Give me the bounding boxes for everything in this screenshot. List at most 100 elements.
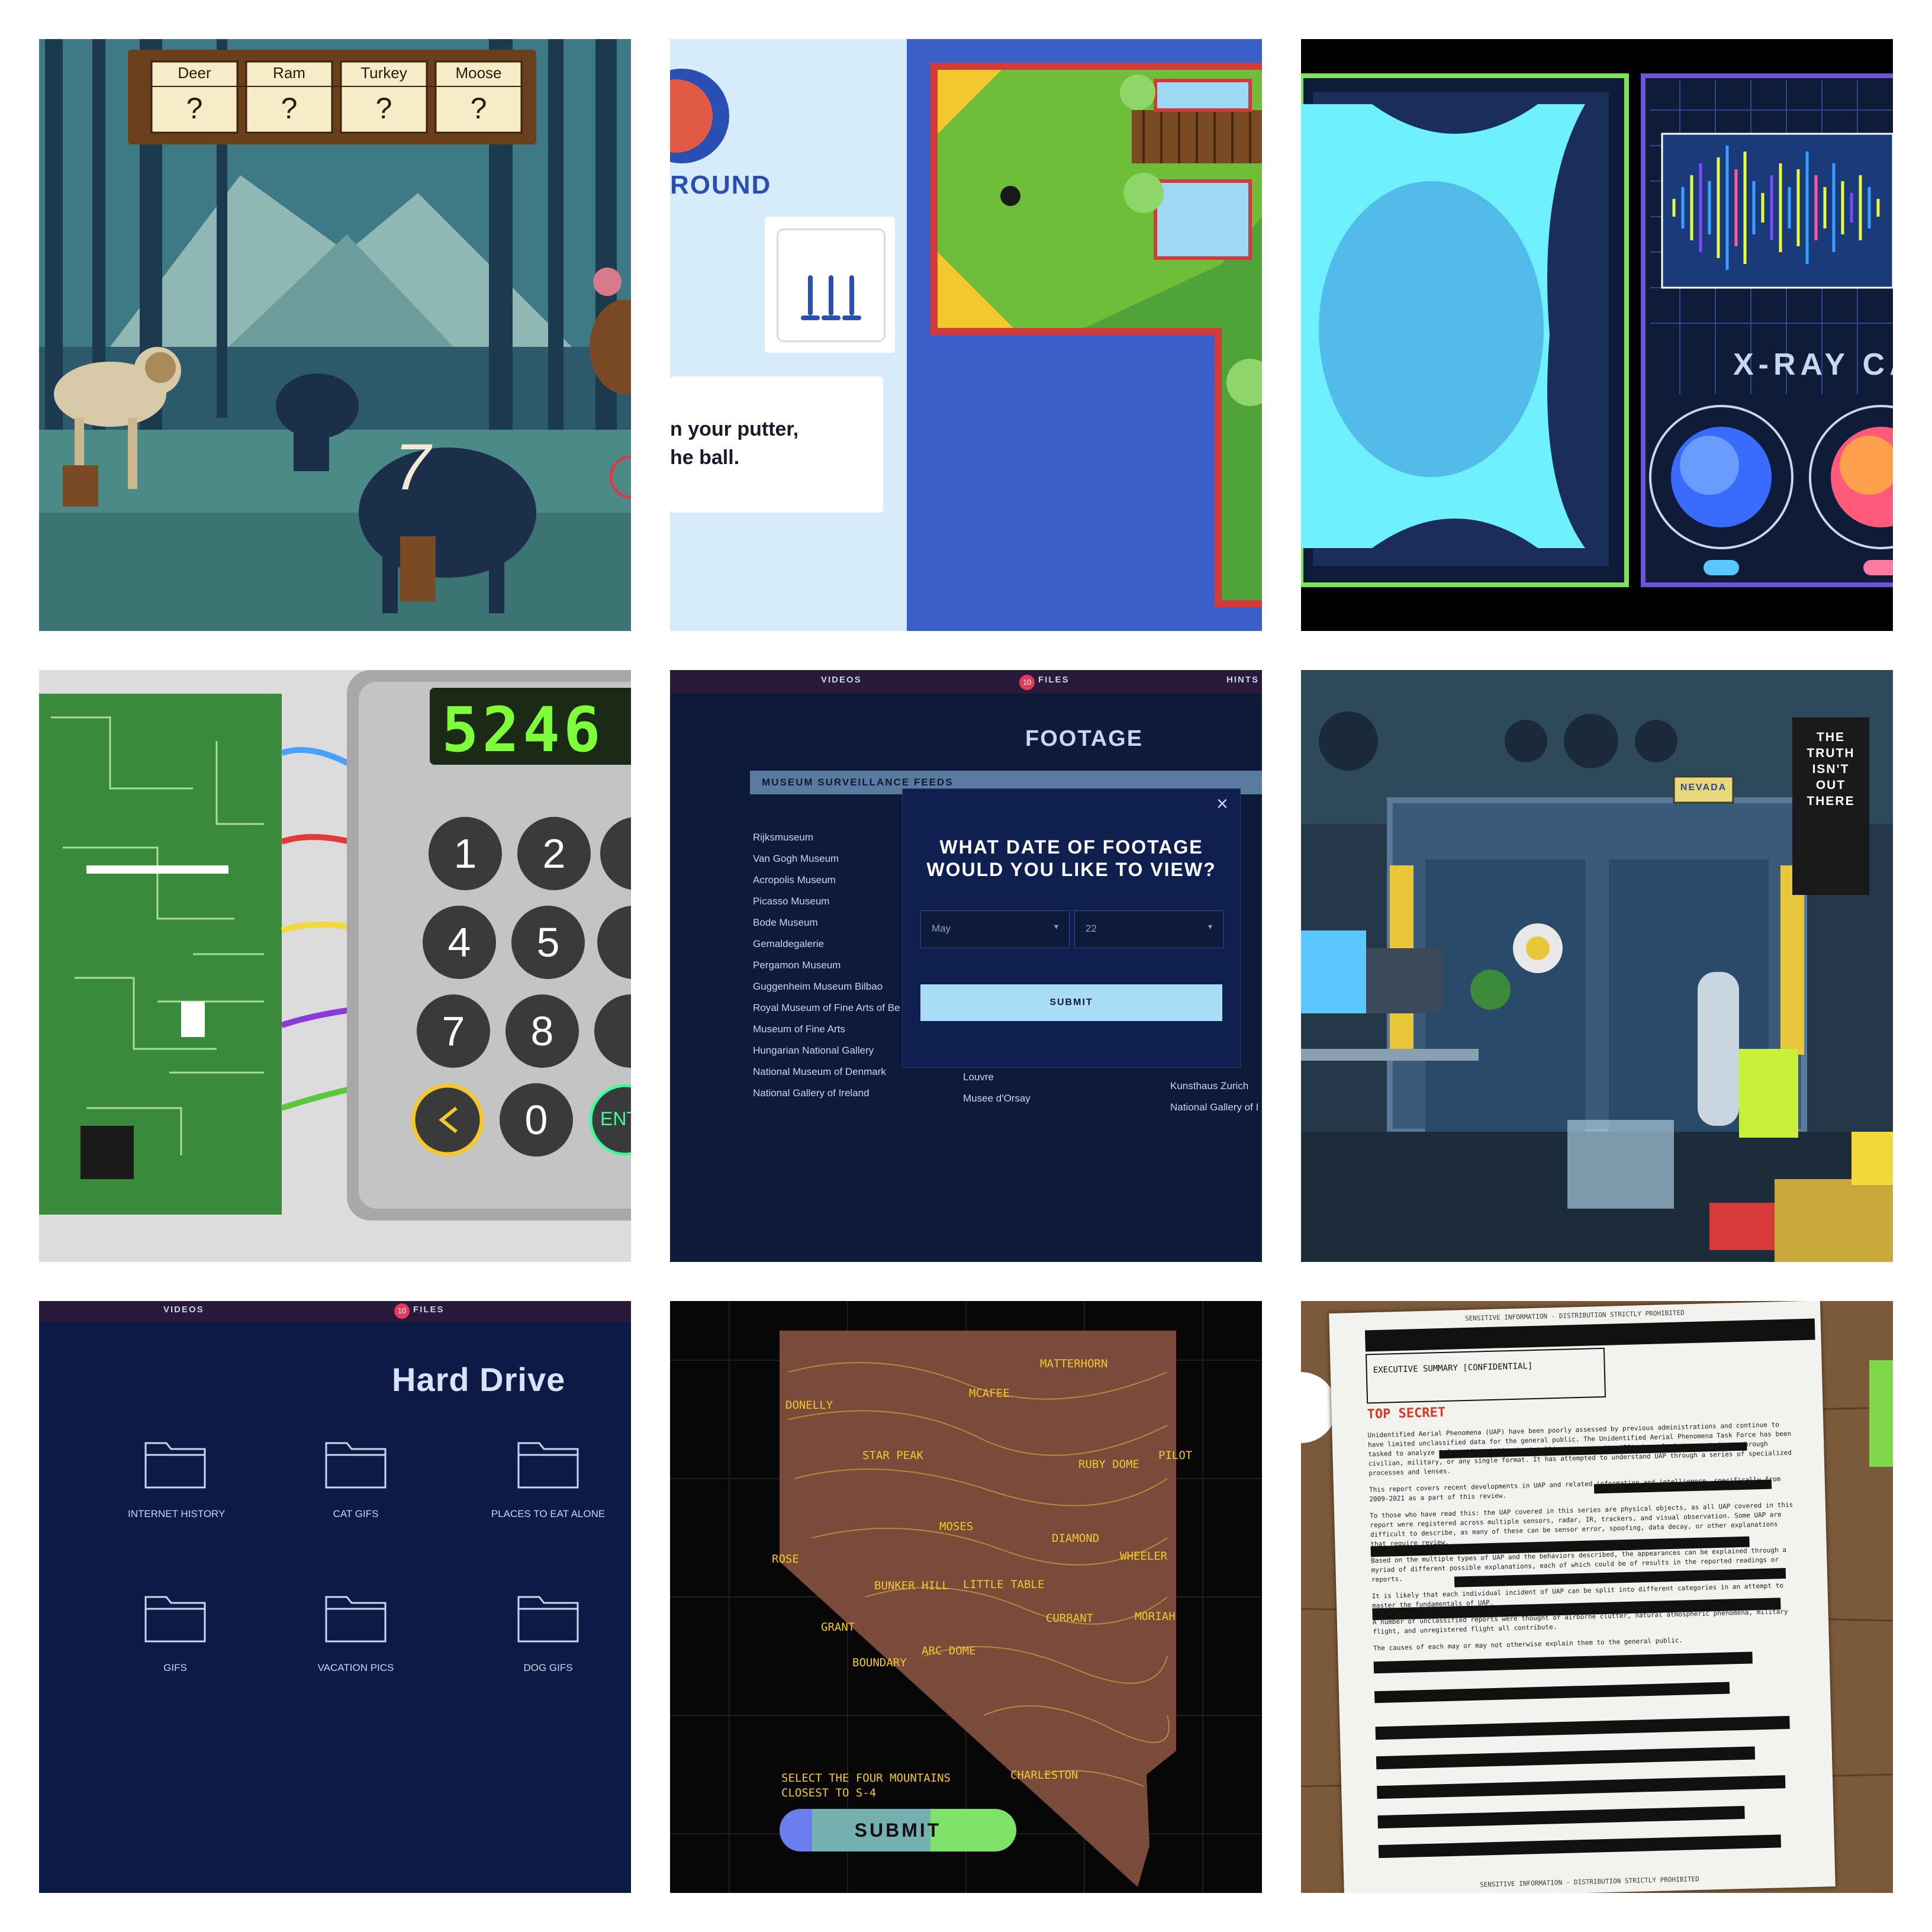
folder-places-to-eat-alone[interactable]: PLACES TO EAT ALONE — [477, 1437, 619, 1520]
museum-item[interactable]: Pergamon Museum — [753, 955, 900, 976]
museum-item[interactable]: Musee d'Orsay — [963, 1088, 1031, 1109]
answer-deer[interactable]: ? — [152, 91, 237, 125]
peak-label[interactable]: DIAMOND — [1052, 1532, 1099, 1545]
peak-label[interactable]: MATTERHORN — [1040, 1357, 1107, 1370]
key-0[interactable]: 0 — [519, 1096, 554, 1144]
folder-icon — [517, 1442, 579, 1489]
toggle-pink[interactable] — [1863, 560, 1893, 575]
peak-label[interactable]: CHARLESTON — [1010, 1769, 1078, 1782]
key-4[interactable]: 4 — [442, 919, 477, 966]
museum-item[interactable]: National Gallery of Ireland — [753, 1083, 900, 1104]
museum-item[interactable]: National Gallery of I — [1170, 1097, 1258, 1118]
museum-item[interactable]: Kunsthaus Zurich — [1170, 1076, 1258, 1097]
museum-item[interactable]: Museum of Fine Arts — [753, 1019, 900, 1040]
nav-files[interactable]: FILES — [1038, 675, 1070, 685]
peak-label[interactable]: LITTLE TABLE — [963, 1578, 1044, 1591]
museum-item[interactable]: Royal Museum of Fine Arts of Be — [753, 997, 900, 1019]
truth-sign-text: THE TRUTH ISN'T OUT THERE — [1792, 729, 1869, 809]
gas-tank[interactable] — [1698, 972, 1739, 1126]
tile-hunting-game: Deer Ram Turkey Moose ? ? ? ? 7 — [39, 39, 631, 631]
museum-item[interactable]: Van Gogh Museum — [753, 848, 900, 870]
key-5[interactable]: 5 — [530, 919, 566, 966]
museum-item[interactable]: Rijksmuseum — [753, 827, 900, 848]
answer-ram[interactable]: ? — [246, 91, 332, 125]
museum-item[interactable]: Hungarian National Gallery — [753, 1040, 900, 1061]
close-icon[interactable]: × — [1216, 793, 1228, 816]
top-secret-stamp: TOP SECRET — [1367, 1405, 1446, 1422]
museum-item[interactable]: Guggenheim Museum Bilbao — [753, 976, 900, 997]
museum-item[interactable]: Picasso Museum — [753, 891, 900, 912]
nav-videos[interactable]: VIDEOS — [163, 1305, 204, 1315]
folder-dog-gifs[interactable]: DOG GIFS — [501, 1591, 595, 1674]
answer-turkey[interactable]: ? — [341, 91, 427, 125]
key-1[interactable]: 1 — [447, 830, 483, 877]
nav-hints[interactable]: HINTS — [1226, 675, 1259, 685]
museum-item[interactable]: Louvre — [963, 1067, 1031, 1088]
tile-redacted-document: SENSITIVE INFORMATION - DISTRIBUTION STR… — [1301, 1301, 1893, 1893]
xray-title: X-RAY CALIB — [1733, 347, 1893, 382]
tile-bunker: THE TRUTH ISN'T OUT THERE NEVADA — [1301, 670, 1893, 1262]
putter-icon — [801, 275, 861, 320]
submit-button[interactable]: SUBMIT — [920, 984, 1222, 1021]
peak-label[interactable]: MOSES — [939, 1520, 973, 1533]
museum-list-col2: Louvre Musee d'Orsay — [963, 1067, 1031, 1109]
sign-line: THERE — [1807, 794, 1855, 808]
redaction-bar — [1375, 1715, 1790, 1740]
folder-label: GIFS — [163, 1662, 187, 1673]
golf-hole — [1000, 186, 1020, 206]
peak-label[interactable]: RUBY DOME — [1078, 1458, 1139, 1471]
classified-paper[interactable]: SENSITIVE INFORMATION - DISTRIBUTION STR… — [1329, 1301, 1836, 1893]
label-ram: Ram — [273, 64, 305, 82]
folder-cat-gifs[interactable]: CAT GIFS — [308, 1437, 403, 1520]
day-select[interactable]: 22 ▾ — [1074, 910, 1223, 948]
forest-scene — [39, 39, 631, 631]
calibration-dial-blue[interactable] — [1649, 405, 1793, 549]
tile-hard-drive: VIDEOS 10 FILES Hard Drive INTERNET HIST… — [39, 1301, 631, 1893]
month-value: May — [932, 923, 951, 934]
peak-label[interactable]: STAR PEAK — [862, 1449, 923, 1462]
folder-label: INTERNET HISTORY — [128, 1508, 226, 1519]
peak-label[interactable]: MCAFEE — [969, 1387, 1010, 1400]
museum-item[interactable]: Bode Museum — [753, 912, 900, 933]
peak-label[interactable]: GRANT — [821, 1621, 855, 1634]
folder-label: CAT GIFS — [333, 1508, 379, 1519]
key-2[interactable]: 2 — [536, 830, 572, 877]
files-count-badge: 10 — [1019, 675, 1035, 690]
putter-icon-frame[interactable] — [777, 228, 886, 342]
golf-course[interactable] — [907, 39, 1262, 631]
redaction-bar — [1376, 1746, 1756, 1770]
peak-label[interactable]: ARC DOME — [922, 1644, 976, 1657]
peak-label[interactable]: ROSE — [772, 1553, 799, 1566]
nav-files[interactable]: FILES — [413, 1305, 445, 1315]
peak-label[interactable]: CURRANT — [1046, 1612, 1093, 1625]
nav-videos[interactable]: VIDEOS — [821, 675, 862, 685]
month-select[interactable]: May ▾ — [920, 910, 1070, 948]
peak-label[interactable]: MORIAH — [1135, 1610, 1176, 1623]
museum-item[interactable]: Gemaldegalerie — [753, 933, 900, 955]
enter-key-label[interactable]: ENT — [600, 1108, 631, 1130]
peak-label[interactable]: WHEELER — [1120, 1550, 1167, 1563]
peak-label[interactable]: BOUNDARY — [852, 1656, 907, 1669]
key-8[interactable]: 8 — [524, 1007, 560, 1055]
tile-mini-golf: ROUND n your putter, he ball. — [670, 39, 1262, 631]
license-plate[interactable]: NEVADA — [1674, 783, 1733, 793]
computer-monitor[interactable] — [1301, 930, 1366, 1013]
peak-label[interactable]: DONELLY — [785, 1399, 833, 1412]
peak-label[interactable]: PILOT — [1158, 1449, 1192, 1462]
toggle-blue[interactable] — [1704, 560, 1739, 575]
answer-moose[interactable]: ? — [436, 91, 521, 125]
map-submit-button[interactable]: SUBMIT — [780, 1820, 1016, 1841]
folder-vacation-pics[interactable]: VACATION PICS — [308, 1591, 403, 1674]
peak-labels: MATTERHORN DONELLY MCAFEE STAR PEAK RUBY… — [670, 1301, 1262, 1893]
sign-line: TRUTH — [1807, 746, 1855, 760]
peak-label[interactable]: BUNKER HILL — [874, 1579, 949, 1592]
museum-item[interactable]: National Museum of Denmark — [753, 1061, 900, 1083]
museum-item[interactable]: Acropolis Museum — [753, 870, 900, 891]
folder-gifs[interactable]: GIFS — [128, 1591, 223, 1674]
redaction-bar — [1377, 1805, 1745, 1829]
redaction-bar — [1364, 1318, 1815, 1352]
key-7[interactable]: 7 — [436, 1007, 471, 1055]
folder-internet-history[interactable]: INTERNET HISTORY — [128, 1437, 226, 1520]
museum-list-col3: Kunsthaus Zurich National Gallery of I — [1170, 1076, 1258, 1118]
hard-drive-title: Hard Drive — [392, 1361, 566, 1398]
